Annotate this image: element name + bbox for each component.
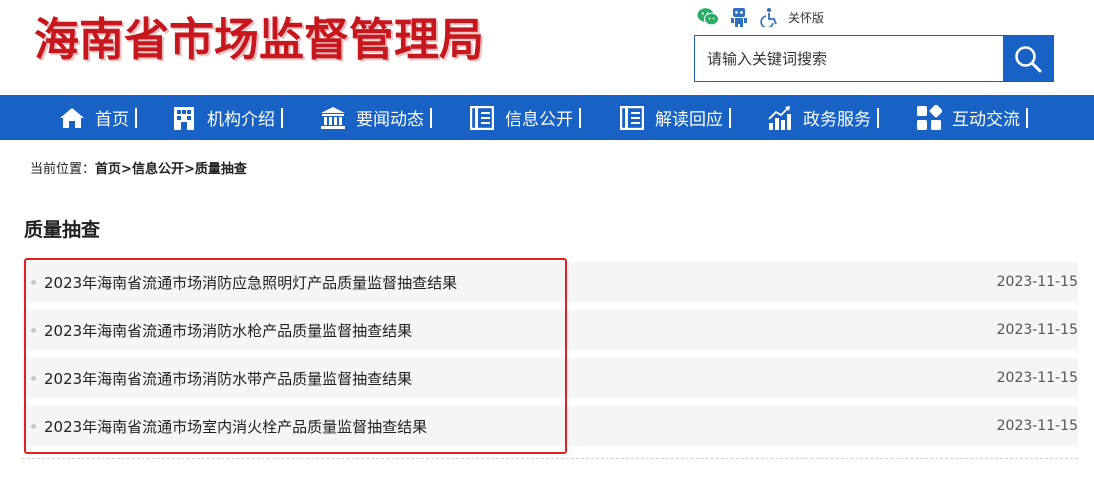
- home-icon: [59, 105, 85, 131]
- main-nav: 首页 机构介绍 要闻动态 信息公开 解读回应 政务服务 互动交流: [0, 95, 1094, 140]
- nav-item-label: 首页: [95, 110, 129, 130]
- list-item-date: 2023-11-15: [996, 322, 1078, 338]
- accessibility-icon[interactable]: [759, 6, 781, 28]
- search-icon: [1015, 45, 1042, 72]
- nav-separator: [135, 107, 137, 128]
- nav-item-label: 解读回应: [655, 110, 723, 130]
- nav-separator: [729, 107, 731, 128]
- nav-item-interpretation[interactable]: 解读回应: [619, 95, 731, 140]
- list-item[interactable]: 2023年海南省流通市场消防水枪产品质量监督抽查结果 2023-11-15: [22, 310, 1078, 350]
- search-box: [694, 35, 1054, 82]
- building-icon: [171, 105, 197, 131]
- list-item-date: 2023-11-15: [996, 274, 1078, 290]
- list-item-date: 2023-11-15: [996, 418, 1078, 434]
- robot-icon[interactable]: [728, 6, 750, 28]
- breadcrumb-separator: >: [121, 162, 132, 177]
- bullet-dot-icon: [31, 280, 36, 285]
- list-item[interactable]: 2023年海南省流通市场消防水带产品质量监督抽查结果 2023-11-15: [22, 358, 1078, 398]
- article-list: 2023年海南省流通市场消防应急照明灯产品质量监督抽查结果 2023-11-15…: [22, 262, 1078, 454]
- breadcrumb: 当前位置：首页>信息公开>质量抽查: [30, 158, 247, 177]
- nav-separator: [430, 107, 432, 128]
- nav-item-news[interactable]: 要闻动态: [320, 95, 432, 140]
- bar-chart-icon: [767, 105, 793, 131]
- wechat-icon[interactable]: [697, 6, 719, 28]
- breadcrumb-prefix: 当前位置：: [30, 162, 96, 177]
- nav-item-label: 政务服务: [803, 110, 871, 130]
- nav-item-label: 要闻动态: [356, 110, 424, 130]
- grid-icon: [916, 104, 942, 131]
- breadcrumb-item-current[interactable]: 质量抽查: [195, 162, 247, 177]
- page-title: 质量抽查: [24, 219, 101, 241]
- list-item-title[interactable]: 2023年海南省流通市场消防应急照明灯产品质量监督抽查结果: [44, 272, 457, 293]
- nav-item-services[interactable]: 政务服务: [767, 95, 879, 140]
- nav-item-label: 互动交流: [952, 110, 1020, 130]
- elder-mode-link[interactable]: 关怀版: [788, 9, 824, 26]
- list-divider: [22, 458, 1078, 459]
- list-item[interactable]: 2023年海南省流通市场消防应急照明灯产品质量监督抽查结果 2023-11-15: [22, 262, 1078, 302]
- list-book-icon: [469, 105, 495, 131]
- breadcrumb-item-home[interactable]: 首页: [95, 162, 121, 177]
- list-item-title[interactable]: 2023年海南省流通市场消防水带产品质量监督抽查结果: [44, 368, 412, 389]
- site-logo[interactable]: 海南省市场监督管理局: [34, 10, 484, 70]
- nav-item-disclosure[interactable]: 信息公开: [469, 95, 581, 140]
- search-input[interactable]: [695, 36, 1003, 81]
- nav-item-about[interactable]: 机构介绍: [171, 95, 283, 140]
- header-tools: 关怀版: [697, 6, 824, 28]
- bullet-dot-icon: [31, 376, 36, 381]
- list-item-title[interactable]: 2023年海南省流通市场消防水枪产品质量监督抽查结果: [44, 320, 412, 341]
- nav-separator: [281, 107, 283, 128]
- nav-separator: [1026, 107, 1028, 128]
- nav-item-label: 信息公开: [505, 110, 573, 130]
- nav-separator: [579, 107, 581, 128]
- bullet-dot-icon: [31, 328, 36, 333]
- list-item[interactable]: 2023年海南省流通市场室内消火栓产品质量监督抽查结果 2023-11-15: [22, 406, 1078, 446]
- list-item-date: 2023-11-15: [996, 370, 1078, 386]
- bank-icon: [320, 105, 346, 131]
- nav-item-interaction[interactable]: 互动交流: [916, 95, 1028, 140]
- site-header: 海南省市场监督管理局 关怀版 请输入关键词搜索: [0, 0, 1094, 95]
- nav-item-label: 机构介绍: [207, 110, 275, 130]
- breadcrumb-separator: >: [183, 162, 195, 177]
- list-book-icon: [619, 105, 645, 131]
- list-item-title[interactable]: 2023年海南省流通市场室内消火栓产品质量监督抽查结果: [44, 416, 427, 437]
- breadcrumb-item-disclosure[interactable]: 信息公开: [132, 162, 184, 177]
- bullet-dot-icon: [31, 424, 36, 429]
- search-button[interactable]: [1003, 36, 1053, 81]
- nav-separator: [877, 107, 879, 128]
- nav-item-home[interactable]: 首页: [59, 95, 137, 140]
